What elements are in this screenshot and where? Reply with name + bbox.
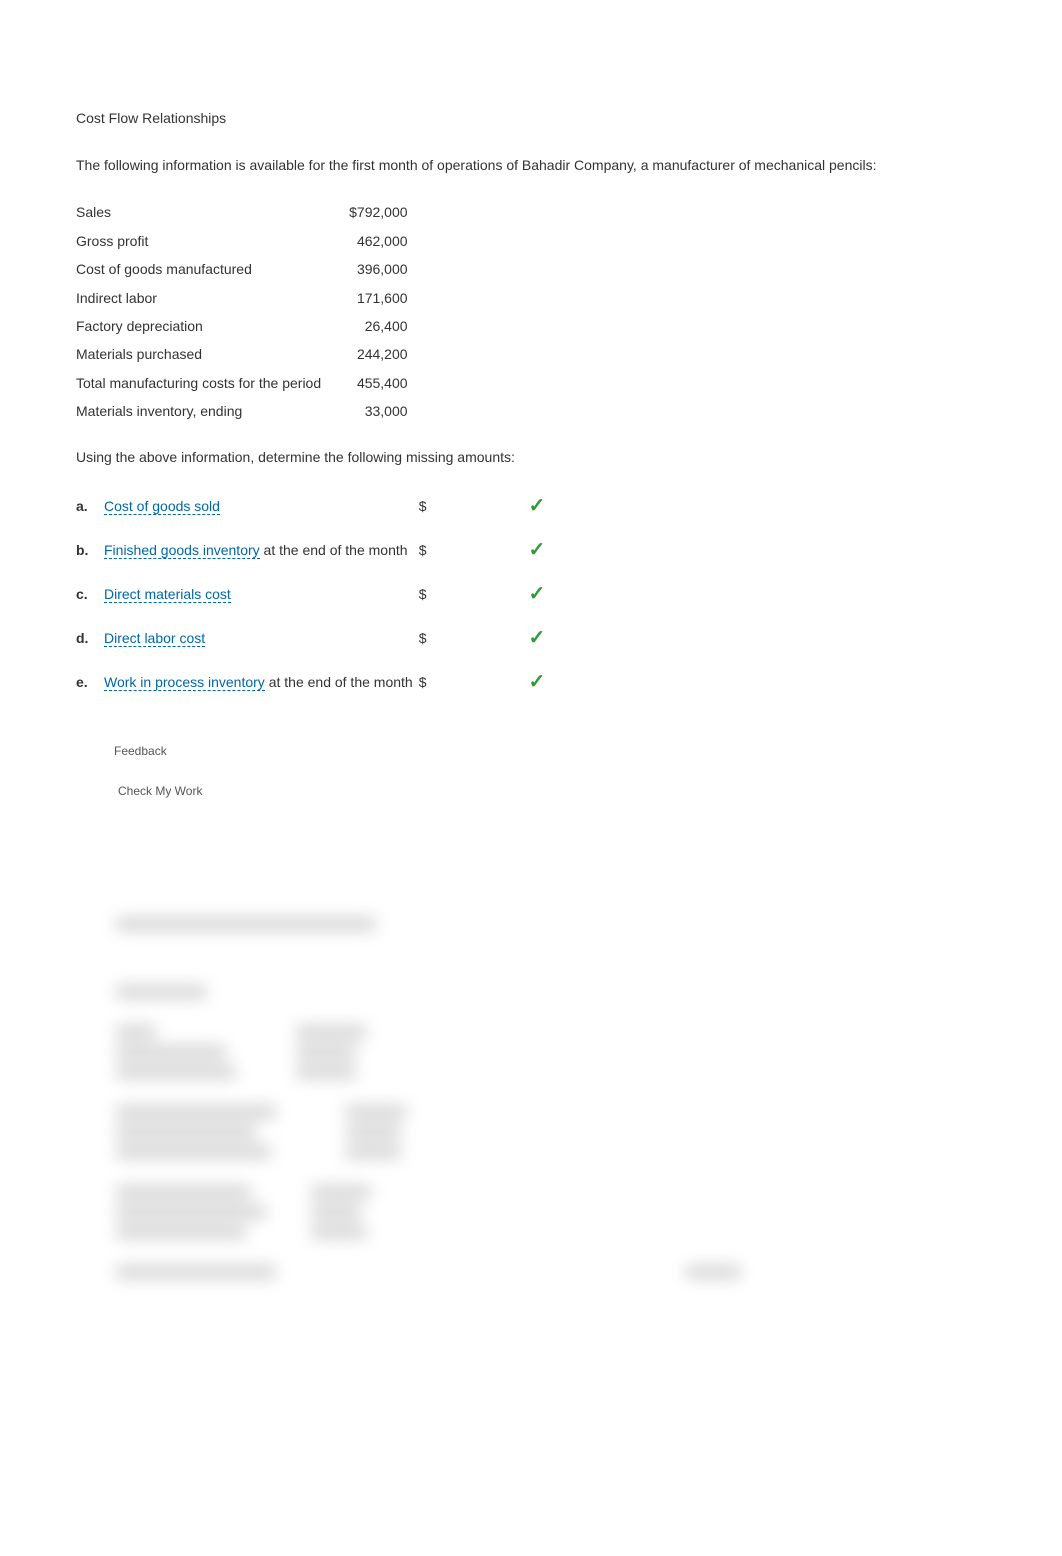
data-value: 171,600 [329, 284, 415, 312]
question-letter: a. [76, 484, 104, 528]
data-value: 455,400 [329, 369, 415, 397]
currency-symbol: $ [419, 616, 433, 660]
check-icon: ✓ [529, 528, 552, 572]
question-row: e. Work in process inventory at the end … [76, 660, 551, 704]
data-label: Materials inventory, ending [76, 397, 329, 425]
blurred-solution-area [116, 918, 986, 1278]
data-value: $792,000 [329, 198, 415, 226]
question-letter: c. [76, 572, 104, 616]
data-label: Materials purchased [76, 340, 329, 368]
currency-symbol: $ [419, 572, 433, 616]
currency-symbol: $ [419, 484, 433, 528]
instruction-text: Using the above information, determine t… [76, 446, 986, 468]
data-label: Cost of goods manufactured [76, 255, 329, 283]
check-icon: ✓ [529, 484, 552, 528]
currency-symbol: $ [419, 660, 433, 704]
question-text: Finished goods inventory at the end of t… [104, 528, 419, 572]
question-row: d. Direct labor cost $ ✓ [76, 616, 551, 660]
data-value: 26,400 [329, 312, 415, 340]
glossary-link-dlc[interactable]: Direct labor cost [104, 630, 205, 647]
question-row: b. Finished goods inventory at the end o… [76, 528, 551, 572]
data-value: 396,000 [329, 255, 415, 283]
question-letter: e. [76, 660, 104, 704]
answers-table: a. Cost of goods sold $ ✓ b. Finished go… [76, 484, 551, 704]
data-label: Factory depreciation [76, 312, 329, 340]
question-row: c. Direct materials cost $ ✓ [76, 572, 551, 616]
table-row: Indirect labor 171,600 [76, 284, 416, 312]
data-value: 33,000 [329, 397, 415, 425]
question-text: Work in process inventory at the end of … [104, 660, 419, 704]
table-row: Factory depreciation 26,400 [76, 312, 416, 340]
check-my-work-link[interactable]: Check My Work [118, 784, 986, 798]
answer-input-c[interactable] [433, 585, 517, 603]
check-icon: ✓ [529, 572, 552, 616]
question-letter: b. [76, 528, 104, 572]
answer-input-d[interactable] [433, 629, 517, 647]
given-data-table: Sales $792,000 Gross profit 462,000 Cost… [76, 198, 416, 425]
glossary-link-wip[interactable]: Work in process inventory [104, 674, 265, 691]
data-value: 462,000 [329, 227, 415, 255]
table-row: Materials inventory, ending 33,000 [76, 397, 416, 425]
check-icon: ✓ [529, 660, 552, 704]
table-row: Sales $792,000 [76, 198, 416, 226]
feedback-heading[interactable]: Feedback [114, 744, 986, 758]
intro-text: The following information is available f… [76, 154, 986, 176]
question-letter: d. [76, 616, 104, 660]
table-row: Cost of goods manufactured 396,000 [76, 255, 416, 283]
answer-input-b[interactable] [433, 541, 517, 559]
table-row: Materials purchased 244,200 [76, 340, 416, 368]
question-text: Cost of goods sold [104, 484, 419, 528]
currency-symbol: $ [419, 528, 433, 572]
glossary-link-fgi[interactable]: Finished goods inventory [104, 542, 260, 559]
question-row: a. Cost of goods sold $ ✓ [76, 484, 551, 528]
data-label: Indirect labor [76, 284, 329, 312]
check-icon: ✓ [529, 616, 552, 660]
data-label: Sales [76, 198, 329, 226]
data-value: 244,200 [329, 340, 415, 368]
question-text: Direct labor cost [104, 616, 419, 660]
answer-input-a[interactable] [433, 497, 517, 515]
data-label: Gross profit [76, 227, 329, 255]
glossary-link-dmc[interactable]: Direct materials cost [104, 586, 231, 603]
data-label: Total manufacturing costs for the period [76, 369, 329, 397]
glossary-link-cogs[interactable]: Cost of goods sold [104, 498, 220, 515]
table-row: Gross profit 462,000 [76, 227, 416, 255]
question-text: Direct materials cost [104, 572, 419, 616]
answer-input-e[interactable] [433, 673, 517, 691]
table-row: Total manufacturing costs for the period… [76, 369, 416, 397]
page-title: Cost Flow Relationships [76, 110, 986, 126]
